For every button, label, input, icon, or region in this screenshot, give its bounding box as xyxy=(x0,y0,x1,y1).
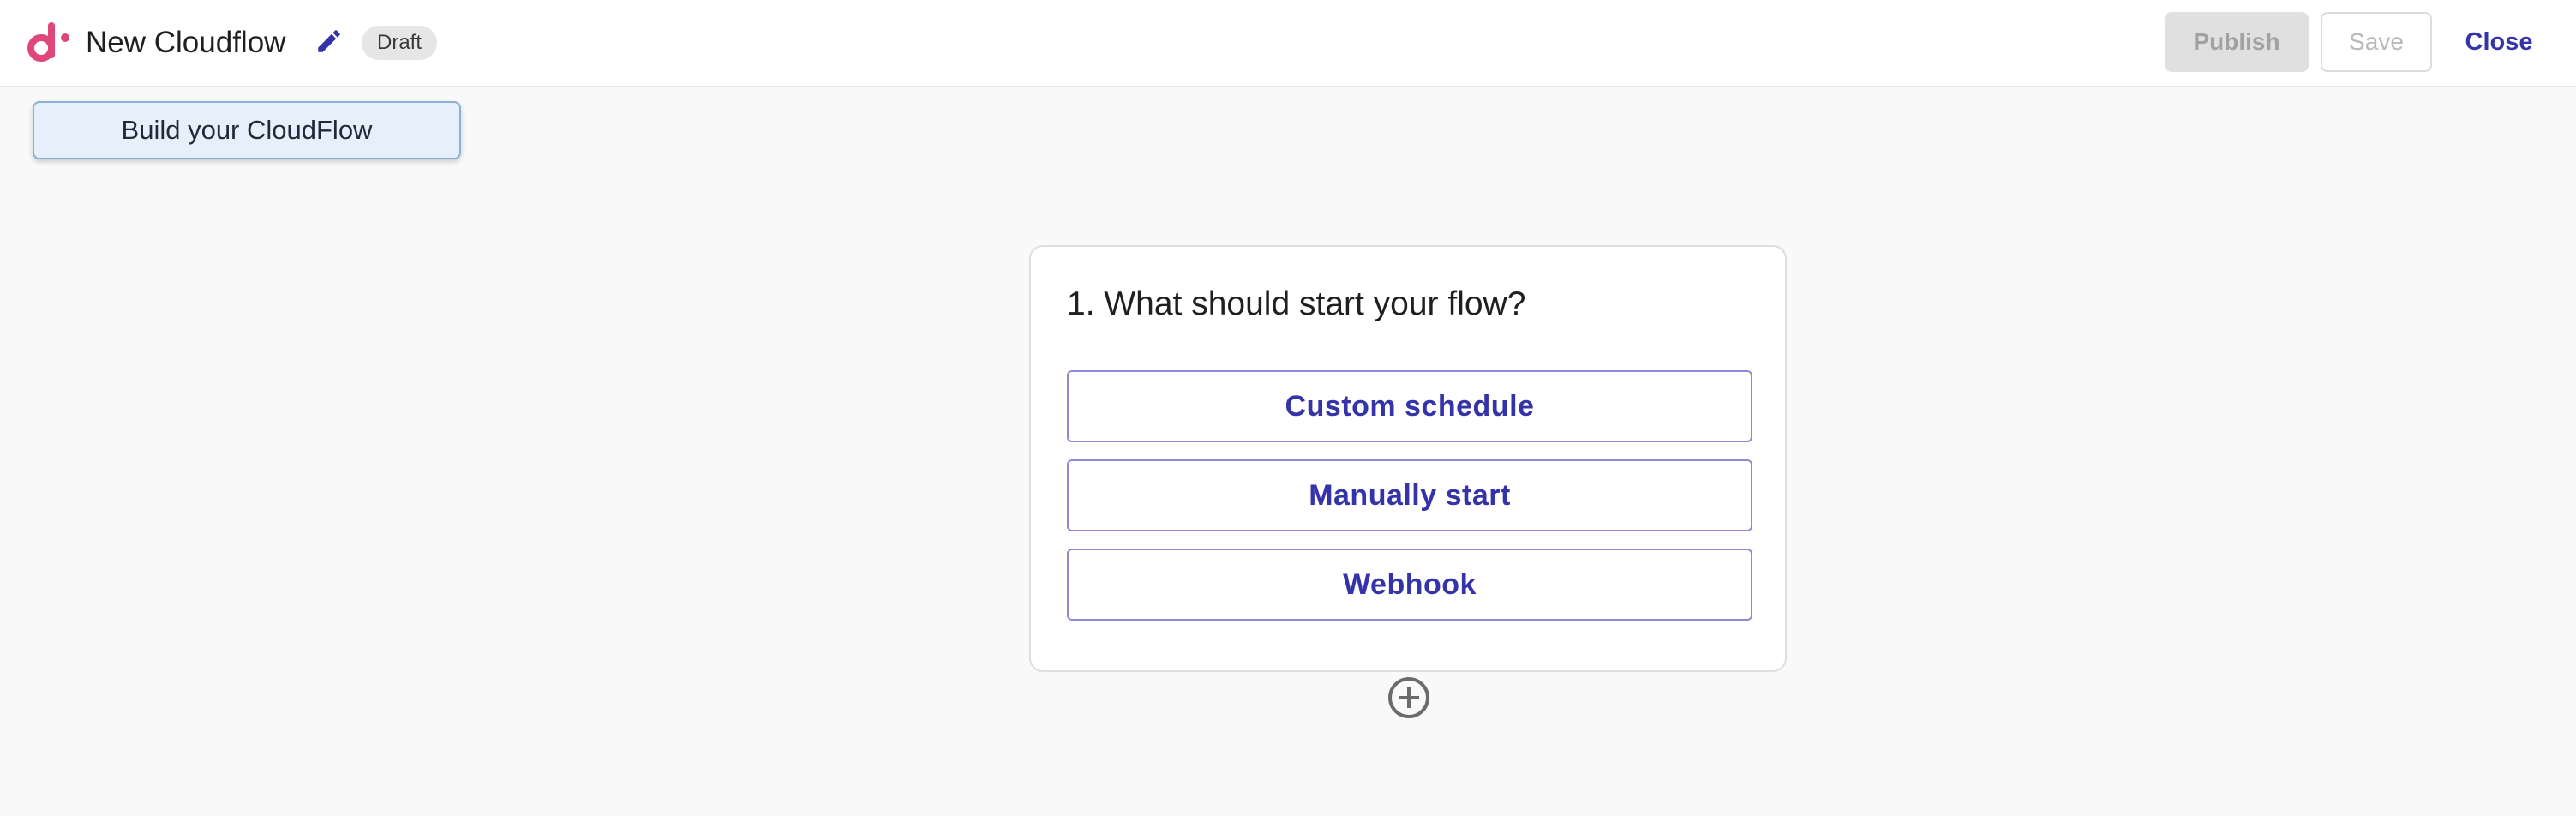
top-bar: New Cloudflow Draft Publish Save Close xyxy=(0,0,2576,87)
status-badge: Draft xyxy=(362,26,438,60)
page-title: New Cloudflow xyxy=(86,26,286,59)
close-button[interactable]: Close xyxy=(2449,12,2549,72)
pencil-icon xyxy=(315,27,344,60)
save-button[interactable]: Save xyxy=(2321,12,2432,72)
custom-schedule-button[interactable]: Custom schedule xyxy=(1067,370,1752,442)
publish-button[interactable]: Publish xyxy=(2165,12,2309,72)
plus-circle-icon xyxy=(1387,677,1431,723)
trigger-card-title: 1. What should start your flow? xyxy=(1067,285,1526,322)
edit-title-button[interactable] xyxy=(312,26,346,60)
manually-start-button[interactable]: Manually start xyxy=(1067,459,1752,531)
logo-icon xyxy=(24,19,74,69)
webhook-button[interactable]: Webhook xyxy=(1067,549,1752,621)
trigger-card: 1. What should start your flow? Custom s… xyxy=(1029,245,1787,672)
add-step-button[interactable] xyxy=(1387,675,1431,720)
build-cloudflow-tab[interactable]: Build your CloudFlow xyxy=(33,101,461,159)
